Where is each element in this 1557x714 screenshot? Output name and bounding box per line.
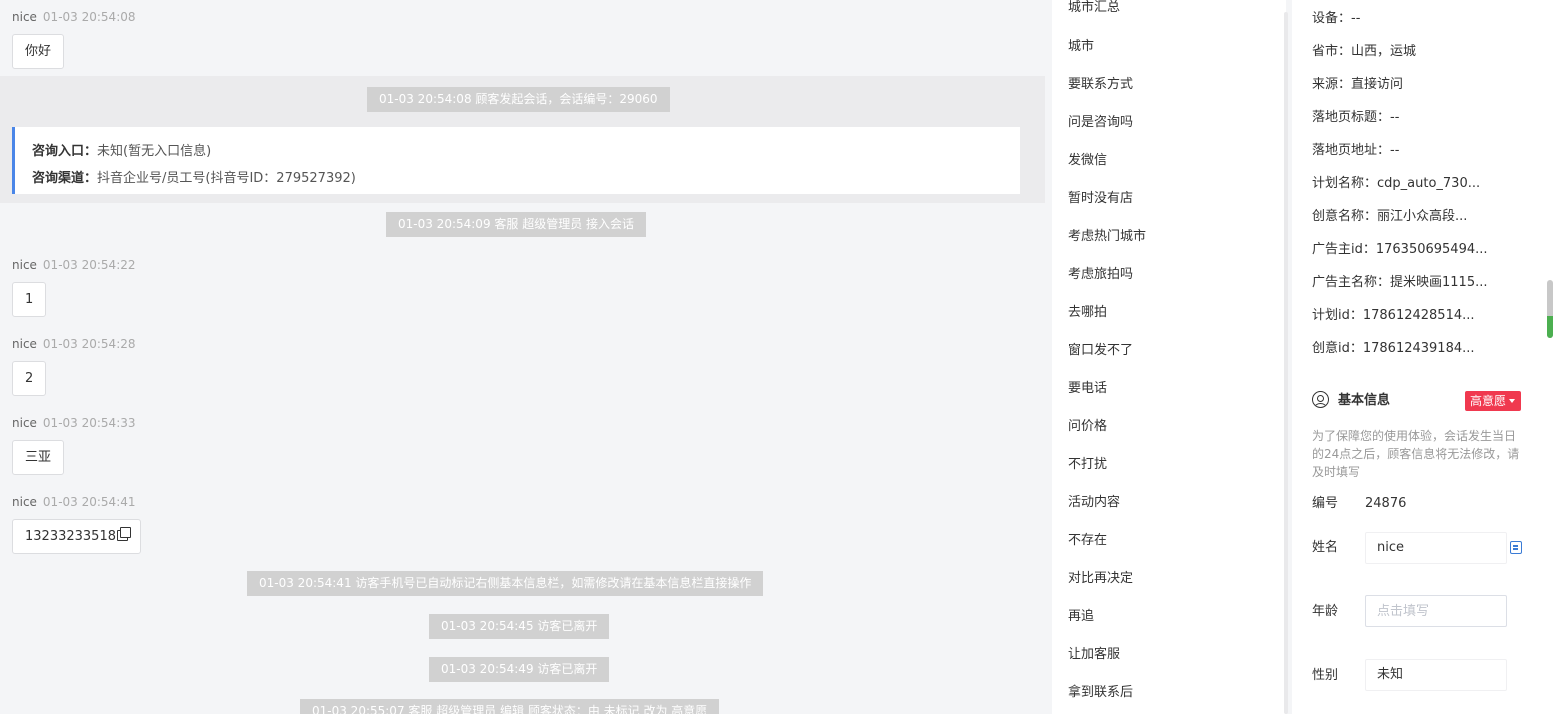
- info-plan-name: 计划名称：cdp_auto_730...: [1312, 176, 1481, 191]
- consult-entry-card: 咨询入口：未知(暂无入口信息) 咨询渠道：抖音企业号/员工号(抖音号ID：279…: [12, 127, 1020, 194]
- system-message-agent-join: 01-03 20:54:09 客服 超级管理员 接入会话: [386, 212, 647, 237]
- message-time: 01-03 20:54:41: [42, 495, 136, 509]
- info-landing-url: 落地页地址：--: [1312, 143, 1400, 158]
- chat-message: nice 01-03 20:54:41 13233233518: [12, 494, 141, 554]
- tag-item[interactable]: 问价格: [1068, 417, 1107, 437]
- info-source: 来源：直接访问: [1312, 77, 1404, 92]
- tag-list-scrollbar[interactable]: [1284, 12, 1288, 714]
- chat-message: nice 01-03 20:54:08 你好: [12, 9, 136, 69]
- page-scrollbar[interactable]: [1547, 280, 1553, 338]
- tag-item[interactable]: 城市: [1068, 37, 1094, 57]
- quick-tag-list: 城市汇总 城市 要联系方式 问是咨询吗 发微信 暂时没有店 考虑热门城市 考虑旅…: [1052, 0, 1286, 714]
- channel-label: 咨询渠道：: [32, 171, 98, 186]
- copy-icon[interactable]: [116, 527, 131, 541]
- message-time: 01-03 20:54:08: [42, 10, 136, 24]
- tag-item[interactable]: 不存在: [1068, 531, 1107, 551]
- caret-down-icon: [1509, 399, 1516, 403]
- message-bubble: 1: [12, 282, 47, 317]
- tag-item[interactable]: 活动内容: [1068, 493, 1120, 513]
- tag-item[interactable]: 要电话: [1068, 379, 1107, 399]
- tag-item[interactable]: 问是咨询吗: [1068, 113, 1133, 133]
- tag-item[interactable]: 窗口发不了: [1068, 341, 1133, 361]
- user-circle-icon: [1312, 391, 1329, 408]
- chat-panel: nice 01-03 20:54:08 你好 01-03 20:54:08 顾客发…: [0, 0, 1045, 714]
- id-label: 编号: [1312, 496, 1339, 511]
- sender-name: nice: [12, 416, 37, 430]
- info-advertiser-name: 广告主名称：提米映画1115...: [1312, 275, 1488, 290]
- tag-item[interactable]: 要联系方式: [1068, 75, 1133, 95]
- phone-number: 13233233518: [25, 529, 116, 544]
- system-message-visitor-left: 01-03 20:54:45 访客已离开: [429, 614, 610, 639]
- age-input[interactable]: [1365, 595, 1507, 627]
- system-message-visitor-left: 01-03 20:54:49 访客已离开: [429, 657, 610, 682]
- basic-info-title: 基本信息: [1338, 393, 1391, 408]
- tag-item[interactable]: 让加客服: [1068, 645, 1120, 665]
- channel-value: 抖音企业号/员工号(抖音号ID：279527392): [97, 171, 356, 186]
- tag-item[interactable]: 不打扰: [1068, 455, 1107, 475]
- name-field[interactable]: nice: [1365, 532, 1507, 564]
- edit-document-icon[interactable]: [1510, 541, 1522, 554]
- entry-label: 咨询入口：: [32, 144, 98, 159]
- system-message-phone-marked: 01-03 20:54:41 访客手机号已自动标记右侧基本信息栏，如需修改请在基…: [247, 571, 764, 596]
- tag-item[interactable]: 考虑旅拍吗: [1068, 265, 1133, 285]
- tag-item[interactable]: 发微信: [1068, 151, 1107, 171]
- info-creative-id: 创意id：178612439184...: [1312, 341, 1475, 356]
- info-advertiser-id: 广告主id：176350695494...: [1312, 242, 1488, 257]
- sender-name: nice: [12, 258, 37, 272]
- info-creative-name: 创意名称：丽江小众高段...: [1312, 209, 1468, 224]
- tag-item[interactable]: 城市汇总: [1068, 0, 1120, 18]
- tag-item[interactable]: 去哪拍: [1068, 303, 1107, 323]
- info-landing-title: 落地页标题：--: [1312, 110, 1400, 125]
- intent-status-label: 高意愿: [1470, 394, 1507, 408]
- info-province-city: 省市：山西，运城: [1312, 44, 1417, 59]
- system-message-edit-status: 01-03 20:55:07 客服 超级管理员 编辑 顾客状态：由 未标记 改为…: [300, 699, 720, 714]
- message-time: 01-03 20:54:28: [42, 337, 136, 351]
- tag-item[interactable]: 暂时没有店: [1068, 189, 1133, 209]
- entry-value: 未知(暂无入口信息): [97, 144, 212, 159]
- age-label: 年龄: [1312, 604, 1339, 619]
- message-time: 01-03 20:54:33: [42, 416, 136, 430]
- tag-item[interactable]: 考虑热门城市: [1068, 227, 1146, 247]
- message-bubble: 2: [12, 361, 47, 396]
- info-plan-id: 计划id：178612428514...: [1312, 308, 1475, 323]
- name-label: 姓名: [1312, 540, 1339, 555]
- chat-message: nice 01-03 20:54:33 三亚: [12, 415, 136, 475]
- gender-label: 性别: [1312, 668, 1339, 683]
- id-value: 24876: [1365, 496, 1407, 511]
- sender-name: nice: [12, 495, 37, 509]
- message-bubble: 你好: [12, 34, 65, 69]
- intent-status-dropdown[interactable]: 高意愿: [1465, 391, 1522, 411]
- message-time: 01-03 20:54:22: [42, 258, 136, 272]
- edit-notice: 为了保障您的使用体验，会话发生当日的24点之后，顾客信息将无法修改，请及时填写: [1312, 429, 1520, 479]
- sender-name: nice: [12, 10, 37, 24]
- tag-item[interactable]: 再追: [1068, 607, 1094, 627]
- system-message-session-start: 01-03 20:54:08 顾客发起会话，会话编号：29060: [367, 87, 670, 112]
- sender-name: nice: [12, 337, 37, 351]
- tag-item[interactable]: 拿到联系后: [1068, 683, 1133, 703]
- info-device: 设备：--: [1312, 11, 1361, 26]
- basic-info-header: 基本信息 高意愿: [1312, 391, 1525, 411]
- chat-message: nice 01-03 20:54:28 2: [12, 336, 136, 396]
- customer-info-panel: 设备：-- 省市：山西，运城 来源：直接访问 落地页标题：-- 落地页地址：--…: [1292, 0, 1557, 714]
- gender-field[interactable]: 未知: [1365, 659, 1507, 691]
- message-bubble-phone: 13233233518: [12, 519, 141, 554]
- message-bubble: 三亚: [12, 440, 65, 475]
- chat-message: nice 01-03 20:54:22 1: [12, 257, 136, 317]
- tag-item[interactable]: 对比再决定: [1068, 569, 1133, 589]
